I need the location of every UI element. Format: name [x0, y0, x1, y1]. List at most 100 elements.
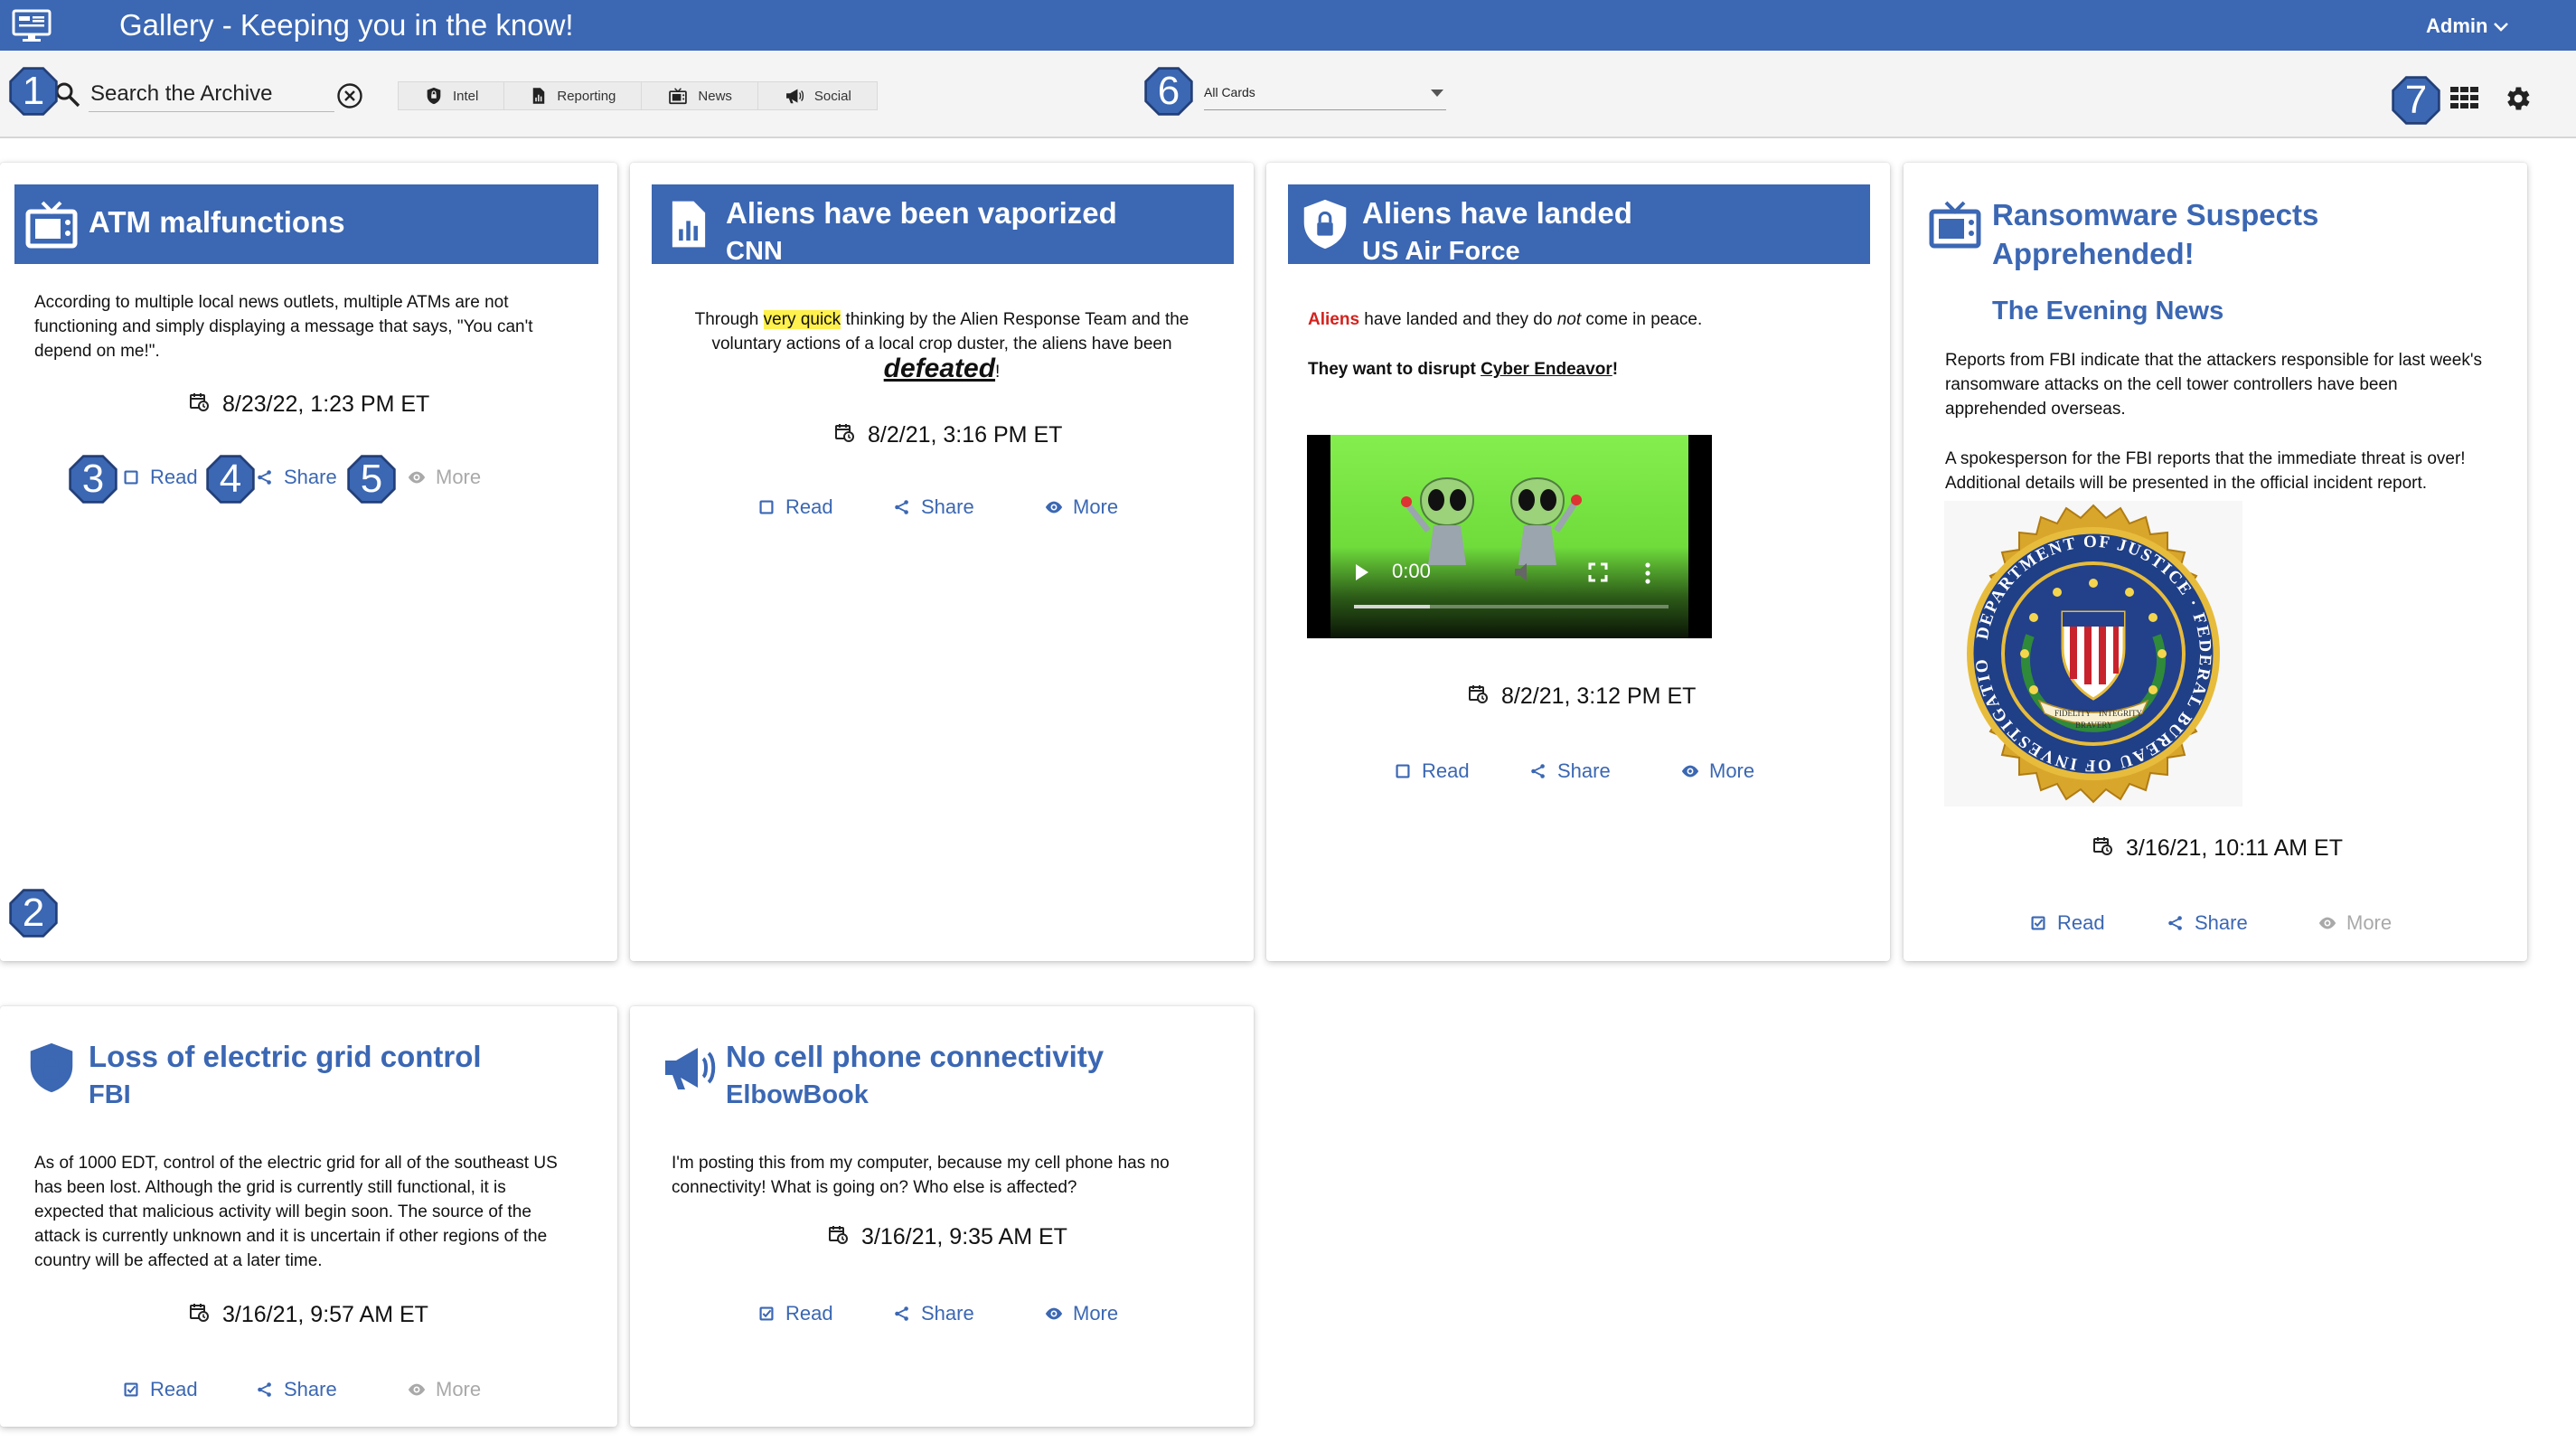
filter-news-button[interactable]: News [641, 81, 758, 110]
tutorial-badge-2: 2 [9, 889, 58, 938]
more-button[interactable]: More [1680, 759, 1754, 783]
video-progress-bar[interactable] [1354, 605, 1669, 608]
monitor-logo-icon [12, 9, 52, 42]
cyber-endeavor-link[interactable]: Cyber Endeavor [1481, 360, 1612, 379]
checkbox-icon [1393, 761, 1413, 781]
card-date-text: 8/23/22, 1:23 PM ET [222, 391, 430, 417]
seal-motto-center: BRAVERY [2075, 721, 2113, 730]
volume-icon[interactable] [1513, 561, 1537, 583]
more-vert-icon[interactable] [1643, 561, 1652, 585]
share-button[interactable]: Share [892, 1302, 974, 1325]
more-label: More [1709, 759, 1755, 782]
share-icon [255, 1380, 275, 1400]
fbi-seal-graphic: DEPARTMENT OF JUSTICE · FEDERAL BUREAU O… [1937, 486, 2220, 804]
calendar-clock-icon [188, 1301, 210, 1323]
body-paragraph: A spokesperson for the FBI reports that … [1945, 449, 2466, 493]
share-button[interactable]: Share [1528, 759, 1611, 783]
search-input[interactable] [89, 76, 334, 112]
more-button[interactable]: More [1044, 495, 1118, 519]
badge-number: 6 [1157, 69, 1180, 113]
filter-intel-button[interactable]: Intel [398, 81, 505, 110]
card-date: 8/2/21, 3:12 PM ET [1467, 683, 1696, 710]
share-label: Share [2195, 911, 2248, 934]
video-player[interactable]: 0:00 [1307, 435, 1712, 638]
read-button[interactable]: Read [121, 466, 198, 489]
eye-icon [407, 467, 427, 487]
emphasized-text: defeated [883, 354, 996, 383]
card-type-selected: All Cards [1204, 85, 1255, 99]
body-text: come in peace. [1581, 310, 1703, 329]
read-button[interactable]: Read [757, 1302, 833, 1325]
share-label: Share [284, 466, 337, 488]
card-body: Aliens have landed and they do not come … [1308, 307, 1850, 382]
calendar-clock-icon [2092, 834, 2113, 856]
card-source: The Evening News [1992, 297, 2224, 325]
badge-number: 7 [2404, 78, 2428, 122]
read-button[interactable]: Read [121, 1378, 198, 1401]
body-paragraph: Reports from FBI indicate that the attac… [1945, 351, 2482, 419]
megaphone-icon [784, 86, 805, 106]
card-date-text: 8/2/21, 3:12 PM ET [1501, 684, 1697, 709]
card-source: US Air Force [1362, 237, 1520, 266]
share-button[interactable]: Share [255, 466, 337, 489]
highlighted-text: very quick [763, 310, 841, 329]
card-date: 8/23/22, 1:23 PM ET [188, 391, 429, 418]
grid-view-icon[interactable] [2449, 85, 2480, 110]
card-header: Aliens have landed US Air Force [1288, 184, 1870, 266]
clear-search-icon[interactable] [336, 82, 363, 109]
user-menu[interactable]: Admin [2426, 14, 2509, 38]
app-title: Gallery - Keeping you in the know! [119, 8, 574, 42]
card-type-select[interactable]: All Cards [1204, 80, 1446, 110]
filter-reporting-button[interactable]: Reporting [503, 81, 643, 110]
more-button[interactable]: More [2317, 911, 2392, 935]
share-button[interactable]: Share [892, 495, 974, 519]
card-aliens-vaporized: Aliens have been vaporized CNN Through v… [630, 163, 1254, 961]
read-button[interactable]: Read [757, 495, 833, 519]
share-button[interactable]: Share [255, 1378, 337, 1401]
more-label: More [436, 1378, 482, 1400]
card-date: 8/2/21, 3:16 PM ET [833, 421, 1062, 448]
calendar-clock-icon [188, 391, 210, 412]
video-time: 0:00 [1392, 560, 1431, 582]
read-button[interactable]: Read [2028, 911, 2105, 935]
fullscreen-icon[interactable] [1587, 561, 1609, 583]
share-icon [892, 497, 912, 517]
badge-number: 3 [81, 457, 105, 501]
tv-icon [14, 184, 89, 264]
more-button[interactable]: More [407, 1378, 481, 1401]
tv-icon [667, 86, 689, 106]
app-header: Gallery - Keeping you in the know! Admin [0, 0, 2576, 51]
search-icon[interactable] [54, 81, 81, 108]
dropdown-arrow-icon [1431, 90, 1443, 97]
card-date-text: 3/16/21, 9:57 AM ET [222, 1302, 428, 1327]
video-progress-fill [1354, 605, 1430, 608]
card-source: ElbowBook [726, 1080, 869, 1109]
card-source: FBI [89, 1080, 131, 1109]
read-button[interactable]: Read [1393, 759, 1470, 783]
badge-number: 5 [360, 457, 383, 501]
card-header: ATM malfunctions [14, 184, 598, 264]
card-atm-malfunctions: ATM malfunctions According to multiple l… [0, 163, 617, 961]
body-text: Through [694, 310, 764, 329]
more-label: More [1073, 1302, 1119, 1325]
filter-label: Intel [453, 88, 479, 104]
more-button[interactable]: More [407, 466, 481, 489]
seal-motto-right: INTEGRITY [2099, 709, 2142, 718]
play-icon[interactable] [1354, 562, 1370, 582]
share-icon [1528, 761, 1548, 781]
body-text: ! [1612, 360, 1619, 379]
filter-social-button[interactable]: Social [757, 81, 878, 110]
gear-icon[interactable] [2502, 83, 2533, 114]
share-label: Share [921, 495, 974, 518]
more-button[interactable]: More [1044, 1302, 1118, 1325]
badge-number: 2 [22, 891, 45, 935]
tv-icon [1918, 184, 1992, 264]
share-label: Share [921, 1302, 974, 1325]
body-line: They want to disrupt Cyber Endeavor! [1308, 357, 1850, 382]
checkbox-checked-icon [121, 1380, 141, 1400]
read-label: Read [150, 1378, 198, 1400]
share-button[interactable]: Share [2166, 911, 2248, 935]
filter-button-group: Intel Reporting News Social [398, 81, 878, 110]
checkbox-checked-icon [2028, 913, 2048, 933]
more-label: More [2346, 911, 2393, 934]
